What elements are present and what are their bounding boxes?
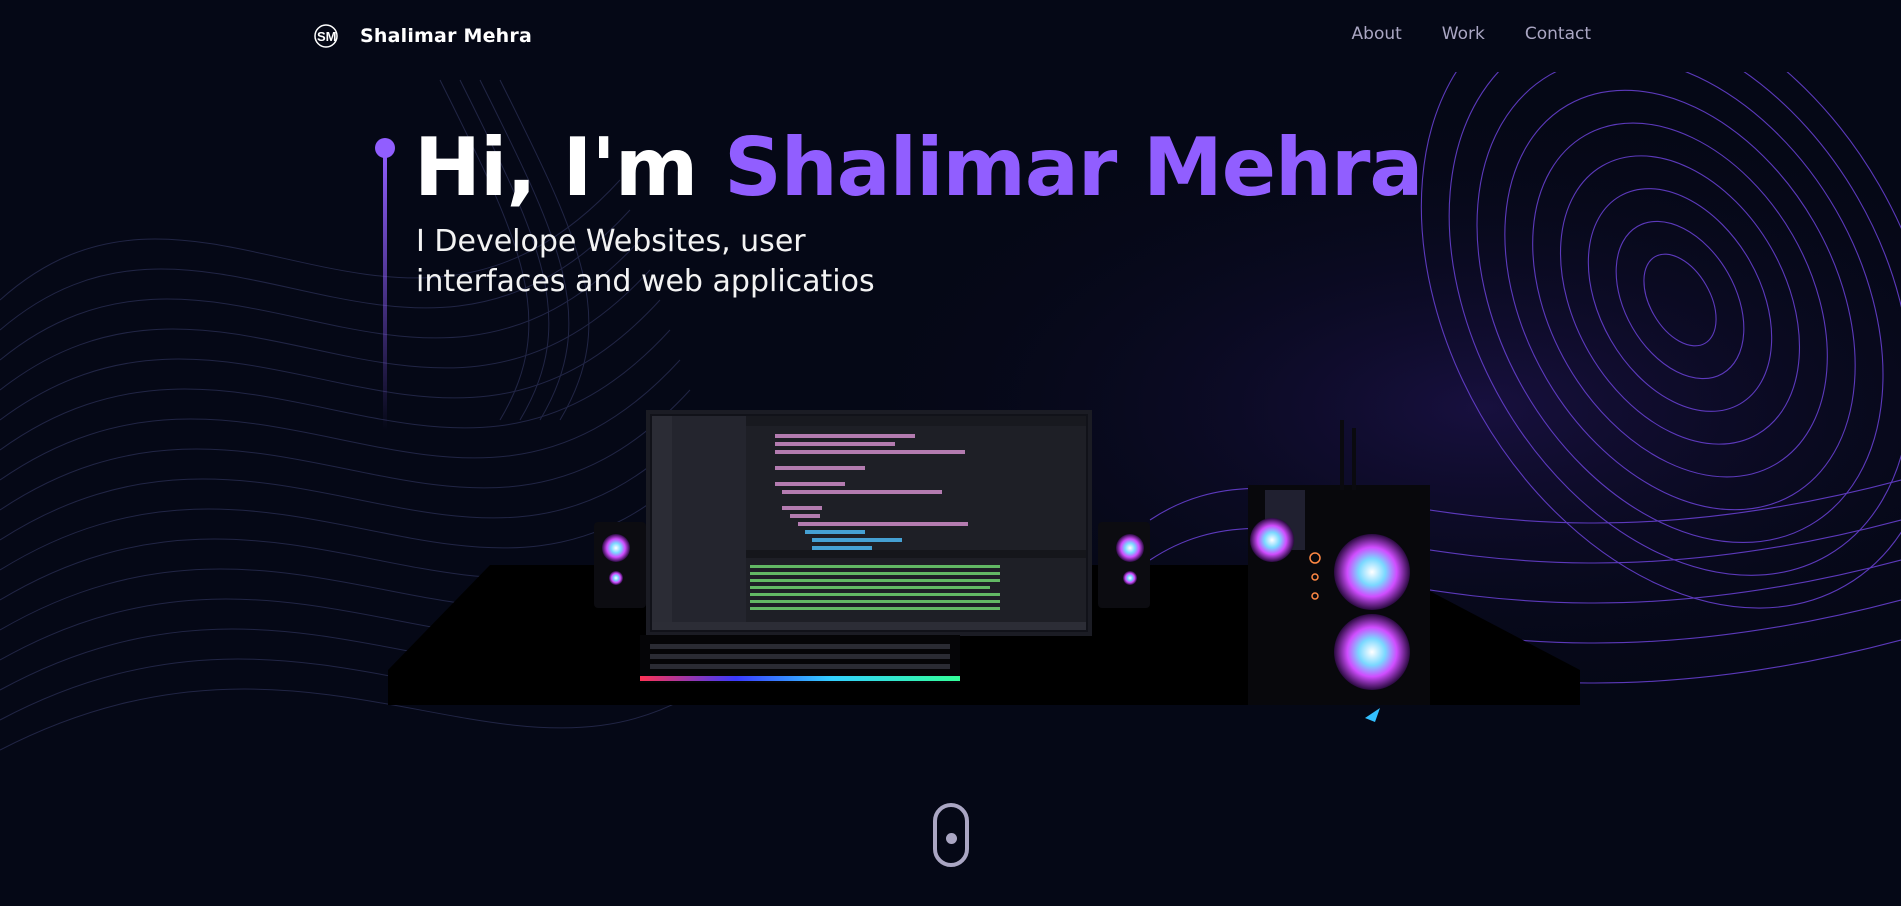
nav-contact[interactable]: Contact bbox=[1525, 24, 1591, 44]
logo-icon: SM bbox=[314, 24, 338, 48]
hero-title: Hi, I'm Shalimar Mehra bbox=[414, 118, 1423, 218]
hero-greeting: Hi, I'm bbox=[414, 121, 725, 214]
nav-about[interactable]: About bbox=[1352, 24, 1402, 44]
mouse-scroll-icon bbox=[946, 833, 957, 844]
main-nav: About Work Contact bbox=[1352, 24, 1591, 44]
hero-name: Shalimar Mehra bbox=[724, 121, 1423, 214]
logo-link[interactable]: SM Shalimar Mehra bbox=[314, 22, 532, 50]
nav-work[interactable]: Work bbox=[1442, 24, 1485, 44]
scroll-down-button[interactable] bbox=[933, 803, 969, 867]
hero-tagline: I Develope Websites, user interfaces and… bbox=[416, 224, 875, 299]
hero-accent-line bbox=[383, 150, 387, 430]
logo-text: SM bbox=[317, 29, 337, 44]
brand-name: Shalimar Mehra bbox=[360, 25, 532, 47]
desktop-pc-scene bbox=[388, 410, 1580, 722]
site-header: SM Shalimar Mehra About Work Contact bbox=[0, 0, 1901, 72]
